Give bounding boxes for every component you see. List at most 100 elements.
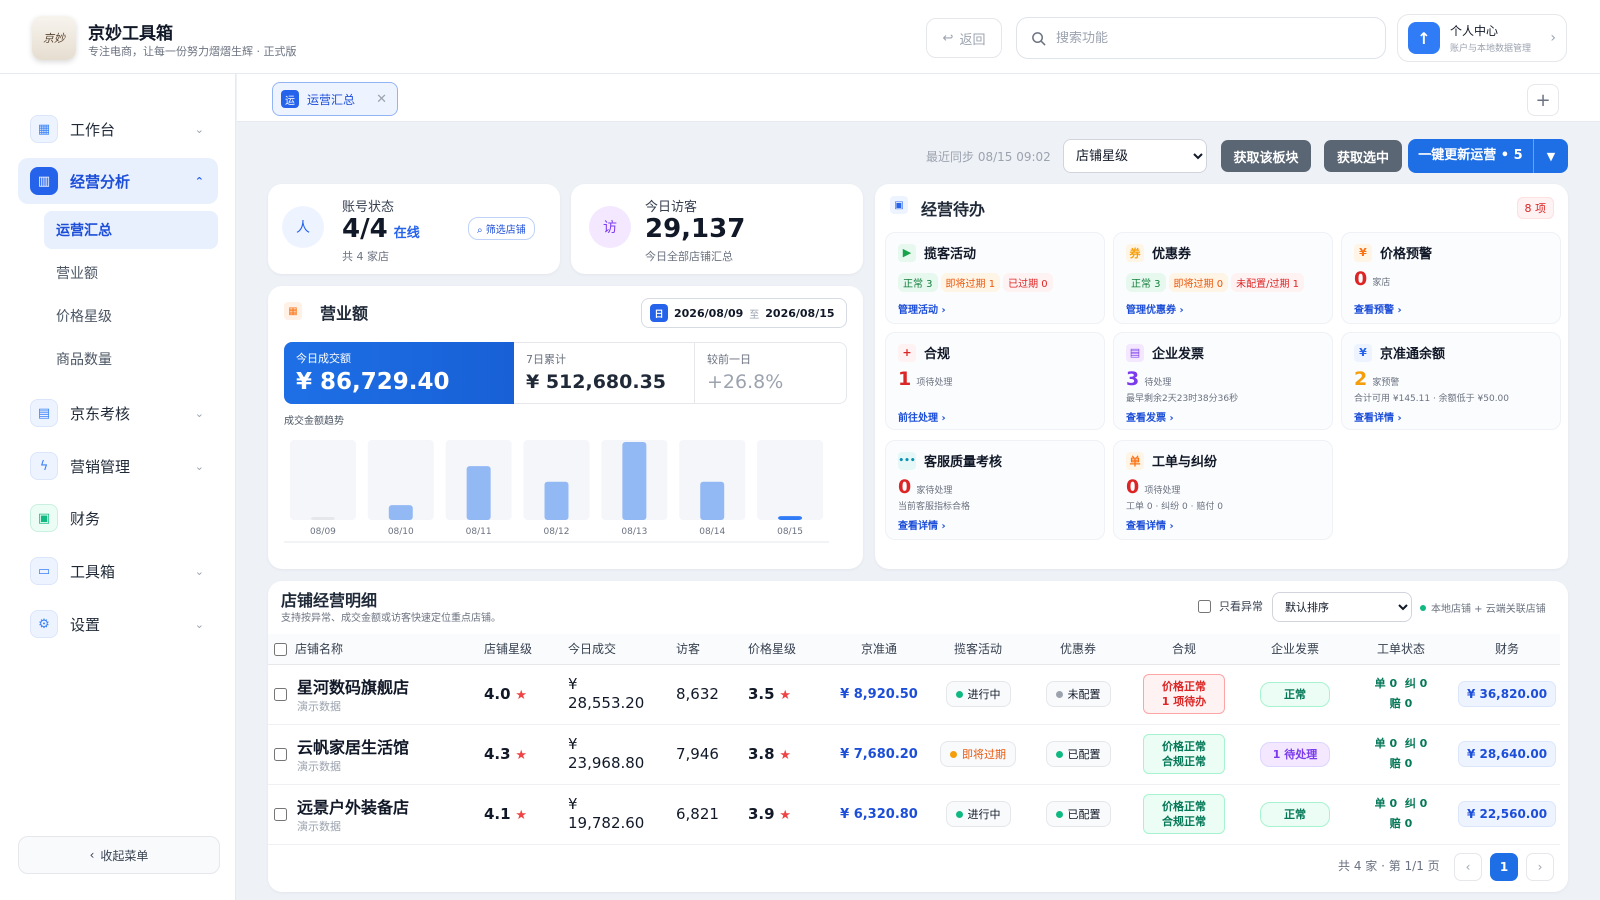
sidebar-item-finance[interactable]: ▣ 财务 (18, 495, 218, 541)
row-checkbox[interactable] (274, 747, 287, 761)
todo-card-service-quality[interactable]: ••• 客服质量考核 0 家待处理 当前客服指标合格 查看详情 › (885, 440, 1105, 540)
row-checkbox[interactable] (274, 687, 287, 701)
sort-select[interactable]: 默认排序 (1272, 592, 1412, 622)
table-row[interactable]: 远景户外装备店 演示数据 4.1 ★ ¥19,782.60 6,821 3.9 ★ ¥ 6,… (268, 784, 1560, 845)
col-ticket-status[interactable]: 工单状态 (1348, 634, 1448, 665)
search-box[interactable] (1016, 17, 1386, 59)
chart-bar-08/12[interactable] (544, 481, 569, 520)
todo-card-invoice[interactable]: ▤ 企业发票 3 待处理 最早剩余2天23时38分36秒 查看发票 › (1113, 332, 1333, 430)
finance-amount[interactable]: ¥ 28,640.00 (1457, 741, 1557, 767)
x-tick-label: 08/13 (621, 527, 647, 537)
sidebar-item-analysis[interactable]: ▥ 经营分析 ⌃ (18, 158, 218, 204)
only-abnormal-toggle[interactable]: 只看异常 (1198, 598, 1263, 614)
tab-icon: 运 (281, 90, 299, 108)
prev-page-button[interactable]: ‹ (1454, 853, 1482, 881)
back-arrow-icon: ↩ (942, 30, 954, 46)
sidebar-item-toolbox[interactable]: ▭ 工具箱 ⌄ (18, 548, 218, 594)
todo-card-coupon[interactable]: 券优惠券 正常 3 即将过期 0 未配置/过期 1 管理优惠券 › (1113, 232, 1333, 324)
store-name[interactable]: 云帆家居生活馆 (297, 734, 409, 758)
jzt-cell: ¥ 6,320.80 (826, 784, 926, 845)
store-name[interactable]: 星河数码旗舰店 (297, 674, 409, 698)
price-star-cell: 3.5 ★ (742, 664, 826, 725)
col-store-name[interactable]: 店铺名称 (268, 634, 478, 665)
coupon-status[interactable]: 已配置 (1045, 801, 1111, 827)
day-change-box: 较前一日 +26.8% (695, 342, 847, 404)
todo-card-activity[interactable]: ▶ 揽客活动 正常 3 即将过期 1 已过期 0 管理活动 › (885, 232, 1105, 324)
todo-card-compliance[interactable]: + 合规 1 项待处理 前往处理 › (885, 332, 1105, 430)
sidebar-subitem-price-star[interactable]: 价格星级 (44, 297, 218, 335)
row-checkbox[interactable] (274, 807, 287, 821)
user-icon: 人 (282, 206, 324, 248)
col-coupon[interactable]: 优惠券 (1024, 634, 1126, 665)
filter-stores-button[interactable]: ⌕ 筛选店铺 (468, 217, 535, 240)
invoice-status[interactable]: 正常 (1260, 681, 1330, 707)
fetch-block-button[interactable]: 获取该板块 (1221, 140, 1311, 172)
back-button[interactable]: ↩ 返回 (926, 18, 1002, 58)
col-invoice[interactable]: 企业发票 (1236, 634, 1348, 665)
sidebar-item-jd-assessment[interactable]: ▤ 京东考核 ⌄ (18, 390, 218, 436)
sidebar-item-marketing[interactable]: ϟ 营销管理 ⌄ (18, 443, 218, 489)
col-jzt[interactable]: 京准通 (826, 634, 926, 665)
chart-bar-08/10[interactable] (388, 505, 413, 520)
invoice-status[interactable]: 1 待处理 (1260, 741, 1330, 767)
store-name[interactable]: 远景户外装备店 (297, 794, 409, 818)
metric-select[interactable]: 店铺星级 (1063, 139, 1207, 173)
chart-bar-08/09[interactable] (310, 517, 335, 520)
todo-card-jzt-balance[interactable]: ¥ 京准通余额 2 家预警 合计可用 ¥145.11 · 余额低于 ¥50.00 … (1341, 332, 1561, 430)
col-visitors[interactable]: 访客 (670, 634, 742, 665)
store-star-cell: 4.3 ★ (478, 724, 562, 785)
tab-summary[interactable]: 运运营汇总 ✕ (272, 82, 398, 116)
close-icon[interactable]: ✕ (376, 92, 387, 107)
select-all-checkbox[interactable] (274, 643, 287, 657)
todo-card-tickets[interactable]: 单工单与纠纷 0 项待处理 工单 0 · 纠纷 0 · 赔付 0 查看详情 › (1113, 440, 1333, 540)
col-today-sales[interactable]: 今日成交 (562, 634, 670, 665)
col-price-star[interactable]: 价格星级 (742, 634, 826, 665)
compliance-status[interactable]: 价格正常 1 项待办 (1143, 674, 1225, 714)
store-star-cell: 4.1 ★ (478, 784, 562, 845)
sidebar-subitem-revenue[interactable]: 营业额 (44, 254, 218, 292)
col-activity[interactable]: 揽客活动 (926, 634, 1024, 665)
col-store-star[interactable]: 店铺星级 (478, 634, 562, 665)
play-icon: ▶ (898, 243, 916, 262)
chart-bar-08/11[interactable] (466, 466, 491, 520)
next-page-button[interactable]: › (1526, 853, 1554, 881)
invoice-status[interactable]: 正常 (1260, 801, 1330, 827)
activity-status[interactable]: 进行中 (945, 801, 1011, 827)
fetch-selected-button[interactable]: 获取选中 (1324, 140, 1402, 172)
activity-status[interactable]: 即将过期 (940, 741, 1016, 767)
chart-bar-08/15[interactable] (778, 516, 803, 520)
search-input[interactable] (1056, 30, 1356, 46)
finance-amount[interactable]: ¥ 22,560.00 (1457, 801, 1557, 827)
col-compliance[interactable]: 合规 (1126, 634, 1236, 665)
star-icon: ★ (779, 688, 792, 703)
chart-bar-08/13[interactable] (622, 442, 647, 520)
sidebar-item-settings[interactable]: ⚙ 设置 ⌄ (18, 601, 218, 647)
ticket-cell: 单 0 纠 0赔 0 (1348, 784, 1448, 845)
page-1-button[interactable]: 1 (1490, 853, 1518, 881)
update-all-button[interactable]: 一键更新运营 • 5 ▼ (1408, 139, 1568, 173)
table-row[interactable]: 云帆家居生活馆 演示数据 4.3 ★ ¥23,968.80 7,946 3.8 ★ ¥ 7,… (268, 724, 1560, 785)
collapse-menu-button[interactable]: ‹ 收起菜单 (18, 836, 220, 874)
wallet-icon: ▣ (30, 504, 58, 532)
chart-bar-08/14[interactable] (700, 481, 725, 520)
coupon-status[interactable]: 已配置 (1045, 741, 1111, 767)
compliance-status[interactable]: 价格正常 合规正常 (1143, 794, 1225, 834)
sidebar-subitem-product-count[interactable]: 商品数量 (44, 340, 218, 378)
table-row[interactable]: 星河数码旗舰店 演示数据 4.0 ★ ¥28,553.20 8,632 3.5 ★ ¥ 8,… (268, 664, 1560, 725)
coupon-status[interactable]: 未配置 (1045, 681, 1111, 707)
col-finance[interactable]: 财务 (1448, 634, 1560, 665)
todo-card-price-alert[interactable]: ¥ 价格预警 0 家店 查看预警 › (1341, 232, 1561, 324)
compliance-status[interactable]: 价格正常 合规正常 (1143, 734, 1225, 774)
finance-amount[interactable]: ¥ 36,820.00 (1457, 681, 1557, 707)
sidebar-subitem-summary[interactable]: 运营汇总 (44, 211, 218, 249)
visitors-cell: 8,632 (670, 664, 742, 725)
chevron-down-icon[interactable]: ▼ (1534, 150, 1568, 163)
profile-button[interactable]: ↑ 个人中心 账户与本地数据管理 › (1397, 14, 1567, 62)
add-tab-button[interactable]: + (1527, 84, 1559, 116)
visitor-icon: 访 (589, 206, 631, 248)
only-abnormal-checkbox[interactable] (1198, 599, 1211, 613)
activity-status[interactable]: 进行中 (945, 681, 1011, 707)
chevron-right-icon: › (1550, 30, 1556, 46)
sidebar-item-workbench[interactable]: ▦ 工作台 ⌄ (18, 106, 218, 152)
date-range-picker[interactable]: 日 2026/08/09 至 2026/08/15 (641, 298, 847, 328)
